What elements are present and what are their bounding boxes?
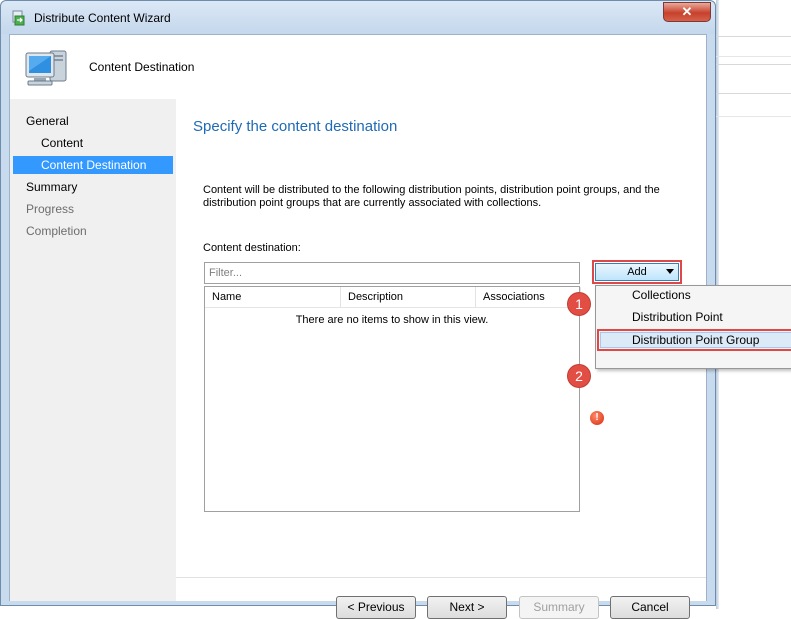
next-button[interactable]: Next > [427, 596, 507, 619]
nav-item-general[interactable]: General [26, 114, 69, 128]
nav-item-content-destination[interactable]: Content Destination [13, 156, 173, 174]
content-title: Specify the content destination [193, 118, 398, 135]
destination-list[interactable]: Name Description Associations There are … [204, 286, 581, 512]
wizard-content: Specify the content destination Content … [176, 99, 791, 619]
menu-item-distribution-point-group-label: Distribution Point Group [600, 332, 791, 348]
add-button-label: Add [627, 266, 647, 278]
page-header-title: Content Destination [89, 60, 195, 74]
menu-item-collections[interactable]: Collections [632, 288, 691, 302]
previous-button[interactable]: < Previous [336, 596, 416, 619]
wizard-client-area: Content Destination General Content Cont… [9, 34, 791, 619]
nav-item-summary[interactable]: Summary [26, 180, 77, 194]
add-dropdown-menu: Collections Distribution Point Distribut… [595, 285, 791, 369]
add-button-highlight: Add [592, 260, 682, 284]
window-title: Distribute Content Wizard [34, 11, 171, 25]
content-description: Content will be distributed to the follo… [203, 184, 660, 209]
error-icon: ! [590, 411, 604, 425]
summary-button: Summary [519, 596, 599, 619]
footer-divider [176, 577, 706, 578]
wizard-header: Content Destination [10, 35, 706, 100]
cancel-button[interactable]: Cancel [610, 596, 690, 619]
nav-item-completion: Completion [26, 224, 87, 238]
content-destination-label: Content destination: [203, 242, 301, 254]
menu-item-distribution-point[interactable]: Distribution Point [632, 310, 723, 324]
filter-input[interactable]: Filter... [204, 262, 580, 284]
computer-icon [25, 50, 67, 86]
column-header-description[interactable]: Description [341, 287, 476, 307]
nav-item-content[interactable]: Content [41, 136, 83, 150]
wizard-window: Distribute Content Wizard ✕ Content Dest… [0, 0, 791, 619]
close-button[interactable]: ✕ [663, 2, 711, 22]
title-bar: Distribute Content Wizard ✕ [1, 1, 715, 34]
add-button[interactable]: Add [595, 263, 679, 281]
nav-item-progress: Progress [26, 202, 75, 216]
list-header: Name Description Associations [205, 287, 581, 308]
dropdown-arrow-icon [666, 269, 674, 274]
column-header-name[interactable]: Name [205, 287, 341, 307]
wizard-app-icon [12, 10, 25, 26]
column-header-associations[interactable]: Associations [476, 287, 581, 307]
menu-item-distribution-point-group[interactable]: Distribution Point Group [597, 329, 791, 351]
empty-list-message: There are no items to show in this view. [295, 314, 489, 326]
wizard-nav: General Content Content Destination Summ… [10, 99, 176, 601]
step-marker-2: 2 [568, 365, 590, 387]
step-marker-1: 1 [568, 293, 590, 315]
